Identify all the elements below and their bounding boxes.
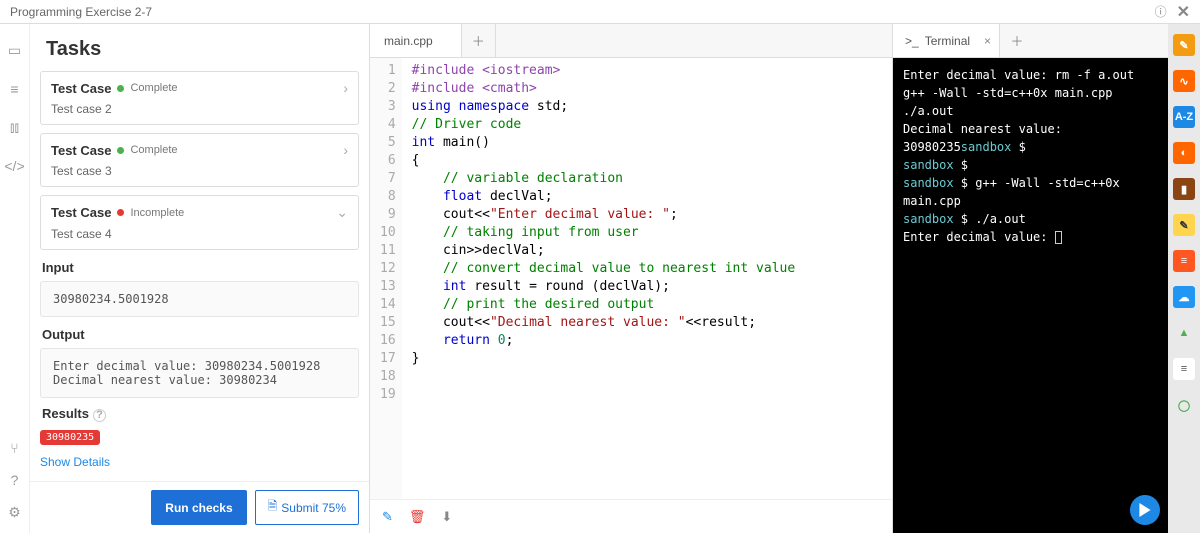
submit-button[interactable]: 🗎Submit 75%: [255, 490, 359, 525]
download-icon[interactable]: ⬇: [441, 509, 452, 525]
share-icon[interactable]: ⑂: [10, 440, 18, 456]
terminal-tab[interactable]: >_ Terminal ×: [893, 24, 1000, 57]
tool-icon[interactable]: ▲: [1173, 322, 1195, 344]
tool-icon[interactable]: ≡: [1173, 250, 1195, 272]
test-case-card[interactable]: Test Case Complete ›Test case 3: [40, 133, 359, 187]
terminal-icon: >_: [905, 34, 919, 48]
tool-icon[interactable]: ▮: [1173, 178, 1195, 200]
code-icon[interactable]: </>: [4, 158, 24, 174]
editor-tab-main[interactable]: main.cpp: [370, 24, 462, 57]
page-title: Programming Exercise 2-7: [10, 5, 152, 19]
test-case-card[interactable]: Test Case Incomplete ⌄Test case 4: [40, 195, 359, 250]
code-editor[interactable]: 12345678910111213141516171819 #include <…: [370, 58, 892, 499]
run-checks-button[interactable]: Run checks: [151, 490, 246, 525]
help-icon[interactable]: ?: [11, 472, 19, 488]
output-box: Enter decimal value: 30980234.5001928 De…: [40, 348, 359, 398]
run-button[interactable]: [1130, 495, 1160, 525]
info-icon[interactable]: ⓘ: [1155, 3, 1167, 20]
chart-icon[interactable]: ⫾⫾: [10, 119, 19, 136]
left-sidebar: ▭ ≡ ⫾⫾ </> ⑂ ? ⚙: [0, 24, 30, 533]
tool-icon[interactable]: A-Z: [1173, 106, 1195, 128]
input-box: 30980234.5001928: [40, 281, 359, 317]
results-label: Results?: [42, 406, 357, 422]
tool-icon[interactable]: ◐: [1173, 142, 1195, 164]
title-bar: Programming Exercise 2-7 ⓘ ✕: [0, 0, 1200, 24]
tool-icon[interactable]: ☁: [1173, 286, 1195, 308]
right-tool-bar: ✎ ∿ A-Z ◐ ▮ ✎ ≡ ☁ ▲ ≡ ◯: [1168, 24, 1200, 533]
terminal-close-icon[interactable]: ×: [984, 34, 991, 48]
show-details-link[interactable]: Show Details: [40, 455, 359, 469]
close-icon[interactable]: ✕: [1177, 2, 1190, 22]
tasks-header: Tasks: [30, 24, 369, 71]
editor-add-tab[interactable]: ＋: [462, 24, 496, 57]
tool-icon[interactable]: ∿: [1173, 70, 1195, 92]
output-label: Output: [42, 327, 357, 342]
pencil-icon[interactable]: ✎: [382, 509, 393, 525]
tasks-panel: Tasks Test Case Complete ›Test case 2 Tes…: [30, 24, 370, 533]
tool-icon[interactable]: ≡: [1173, 358, 1195, 380]
file-icon: 🗎: [268, 497, 278, 518]
gear-icon[interactable]: ⚙: [8, 504, 21, 521]
tool-icon[interactable]: ◯: [1173, 394, 1195, 416]
terminal-add-tab[interactable]: ＋: [1000, 24, 1034, 57]
list-icon[interactable]: ≡: [10, 81, 18, 97]
trash-icon[interactable]: 🗑: [409, 509, 426, 525]
result-badge: 30980235: [40, 430, 100, 445]
terminal-body[interactable]: Enter decimal value: rm -f a.outg++ -Wal…: [893, 58, 1168, 533]
help-results-icon[interactable]: ?: [93, 409, 106, 422]
book-icon[interactable]: ▭: [8, 42, 21, 59]
tool-icon[interactable]: ✎: [1173, 214, 1195, 236]
terminal-panel: >_ Terminal × ＋ Enter decimal value: rm …: [893, 24, 1168, 533]
tool-icon[interactable]: ✎: [1173, 34, 1195, 56]
input-label: Input: [42, 260, 357, 275]
editor-panel: main.cpp ＋ 12345678910111213141516171819…: [370, 24, 893, 533]
test-case-card[interactable]: Test Case Complete ›Test case 2: [40, 71, 359, 125]
